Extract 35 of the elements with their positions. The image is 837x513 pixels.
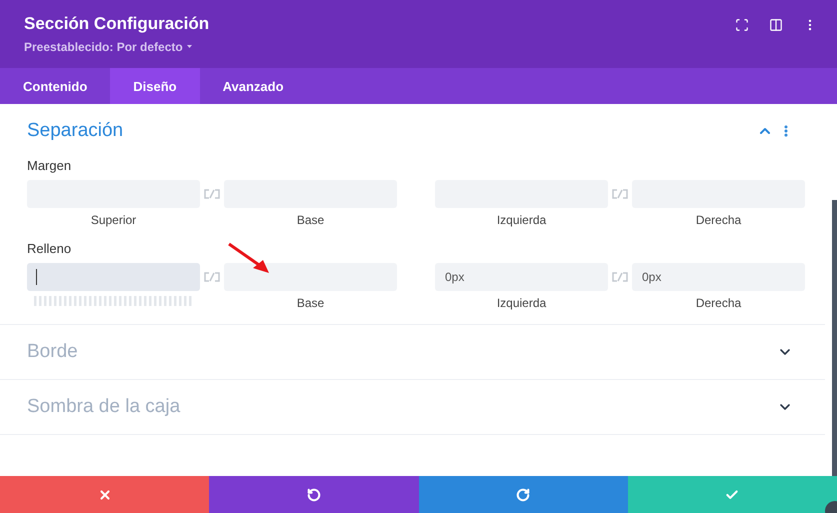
fullscreen-icon[interactable] (735, 18, 749, 32)
link-icon[interactable] (611, 271, 629, 283)
field-caption: Izquierda (496, 296, 548, 310)
link-icon[interactable] (611, 188, 629, 200)
redo-button[interactable] (418, 476, 628, 513)
field-caption: Base (296, 296, 326, 310)
tab[interactable]: Avanzado (200, 68, 307, 104)
setting-label: Margen (27, 158, 72, 173)
window-title: Sección Configuración (24, 14, 210, 34)
scrollbar[interactable] (832, 200, 837, 476)
check-icon (725, 488, 740, 502)
field-caption: Izquierda (496, 213, 548, 227)
setting-label: Relleno (27, 241, 72, 256)
sidebar-icon[interactable] (769, 18, 783, 32)
undo-button[interactable] (209, 476, 418, 513)
input-field[interactable]: 0px (632, 263, 805, 291)
field-caption: Base (296, 213, 326, 227)
undo-icon (306, 488, 321, 502)
close-icon (98, 488, 112, 502)
input-field[interactable] (27, 263, 200, 291)
tab[interactable]: Contenido (0, 68, 110, 104)
tab[interactable]: Diseño (110, 68, 200, 104)
preset-dropdown[interactable]: Preestablecido: Por defecto (24, 40, 210, 54)
input-field[interactable] (224, 263, 397, 291)
link-icon[interactable] (203, 271, 221, 283)
section-title[interactable]: Separación (27, 120, 124, 142)
arrow-annotation (226, 241, 272, 275)
field-caption: Derecha (694, 213, 742, 227)
field-caption: Superior (90, 213, 138, 227)
redo-icon (516, 488, 530, 502)
cancel-button[interactable] (0, 476, 210, 513)
link-icon[interactable] (203, 188, 221, 200)
input-field[interactable]: 0px (435, 263, 608, 291)
field-caption: Derecha (694, 296, 742, 310)
caret-icon (186, 45, 192, 49)
